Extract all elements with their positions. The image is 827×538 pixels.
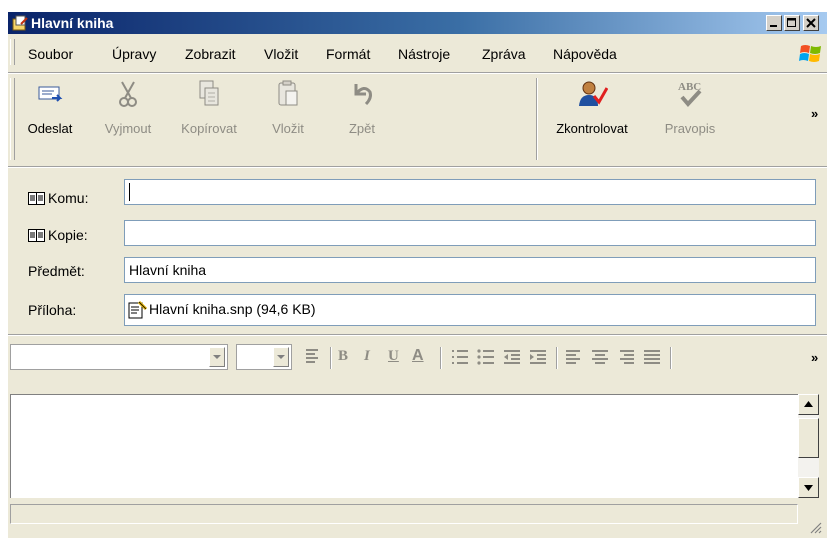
address-book-icon[interactable] xyxy=(28,228,45,242)
status-bar xyxy=(10,504,798,524)
align-left-icon[interactable] xyxy=(564,348,584,368)
underline-button[interactable]: U xyxy=(388,348,399,365)
bullet-list-icon[interactable] xyxy=(476,348,496,368)
copy-label: Kopírovat xyxy=(181,121,237,136)
message-body[interactable] xyxy=(10,394,798,498)
align-center-icon[interactable] xyxy=(590,348,610,368)
window-title: Hlavní kniha xyxy=(31,15,114,31)
arrow-up-icon xyxy=(804,401,813,407)
scroll-up-button[interactable] xyxy=(798,394,819,415)
copy-icon xyxy=(199,80,219,106)
undo-button[interactable]: Zpět xyxy=(330,74,394,142)
menu-nastroje[interactable]: Nástroje xyxy=(398,45,450,63)
font-name-dropdown-button[interactable] xyxy=(209,347,225,367)
check-names-icon xyxy=(579,81,608,106)
check-names-label: Zkontrolovat xyxy=(556,121,628,136)
body-scrollbar[interactable] xyxy=(798,394,819,498)
minimize-icon xyxy=(770,25,777,27)
paste-button[interactable]: Vložit xyxy=(256,74,320,142)
chevron-down-icon xyxy=(277,355,285,359)
cc-field[interactable] xyxy=(124,220,816,246)
compose-window: Hlavní kniha Soubor Úpravy Zobrazit Vlož… xyxy=(8,12,827,538)
subject-field[interactable] xyxy=(124,257,816,283)
toolbar-more-chevron[interactable]: » xyxy=(811,106,818,121)
format-separator xyxy=(670,347,672,369)
text-caret xyxy=(129,183,130,201)
spelling-button[interactable]: ABC Pravopis xyxy=(654,74,726,142)
windows-logo-icon xyxy=(799,45,821,62)
menu-zprava[interactable]: Zpráva xyxy=(482,45,526,63)
undo-label: Zpět xyxy=(348,121,375,136)
menu-vlozit[interactable]: Vložit xyxy=(264,45,298,63)
italic-button[interactable]: I xyxy=(364,348,370,365)
attachment-name[interactable]: Hlavní kniha.snp (94,6 KB) xyxy=(149,301,316,317)
paragraph-style-icon[interactable] xyxy=(302,346,324,368)
font-size-dropdown-button[interactable] xyxy=(273,347,289,367)
scroll-down-button[interactable] xyxy=(798,477,819,498)
address-book-icon[interactable] xyxy=(28,191,45,205)
to-label: Komu: xyxy=(48,190,89,206)
check-names-button[interactable]: Zkontrolovat xyxy=(540,74,644,142)
font-color-button[interactable]: A xyxy=(412,347,424,365)
numbered-list-icon[interactable] xyxy=(450,348,470,368)
cut-button[interactable]: Vyjmout xyxy=(92,74,164,142)
attach-field[interactable]: Hlavní kniha.snp (94,6 KB) xyxy=(124,294,816,326)
maximize-button[interactable] xyxy=(784,15,800,31)
bold-button[interactable]: B xyxy=(338,348,348,365)
send-label: Odeslat xyxy=(27,121,73,136)
align-right-icon[interactable] xyxy=(616,348,636,368)
scissors-icon xyxy=(119,81,137,107)
attach-label: Příloha: xyxy=(28,302,77,318)
menu-format[interactable]: Formát xyxy=(326,45,370,63)
send-icon xyxy=(38,86,63,102)
title-bar[interactable]: Hlavní kniha xyxy=(8,12,827,34)
resize-grip-icon[interactable] xyxy=(808,520,822,534)
format-separator xyxy=(556,347,558,369)
menu-soubor[interactable]: Soubor xyxy=(28,45,73,63)
spelling-label: Pravopis xyxy=(664,121,716,136)
menu-zobrazit[interactable]: Zobrazit xyxy=(185,45,236,63)
justify-icon[interactable] xyxy=(642,348,662,368)
chevron-down-icon xyxy=(213,355,221,359)
compose-mail-icon xyxy=(12,15,28,31)
subject-label: Předmět: xyxy=(28,263,85,279)
cut-label: Vyjmout xyxy=(104,121,152,136)
increase-indent-icon[interactable] xyxy=(528,348,548,368)
maximize-icon xyxy=(787,18,796,27)
font-size-combo[interactable] xyxy=(236,344,292,370)
menubar-grip[interactable] xyxy=(10,39,15,65)
cc-label: Kopie: xyxy=(48,227,88,243)
format-separator xyxy=(440,347,442,369)
toolbar-separator-bottom xyxy=(8,166,827,168)
format-more-chevron[interactable]: » xyxy=(811,350,818,365)
spelling-icon: ABC xyxy=(678,81,702,108)
undo-icon xyxy=(354,84,372,106)
paste-icon xyxy=(278,80,298,106)
menu-napoveda[interactable]: Nápověda xyxy=(553,45,617,63)
to-field[interactable] xyxy=(124,179,816,205)
arrow-down-icon xyxy=(804,485,813,491)
toolbar-separator xyxy=(536,78,538,160)
close-button[interactable] xyxy=(803,15,819,31)
format-separator xyxy=(330,347,332,369)
decrease-indent-icon[interactable] xyxy=(502,348,522,368)
toolbar-grip[interactable] xyxy=(10,78,15,160)
menu-upravy[interactable]: Úpravy xyxy=(112,45,156,63)
close-icon xyxy=(806,18,816,28)
send-button[interactable]: Odeslat xyxy=(18,74,82,142)
header-separator xyxy=(8,334,827,336)
attachment-file-icon xyxy=(128,300,147,319)
minimize-button[interactable] xyxy=(766,15,782,31)
paste-label: Vložit xyxy=(272,121,304,136)
font-name-combo[interactable] xyxy=(10,344,228,370)
copy-button[interactable]: Kopírovat xyxy=(170,74,248,142)
scroll-thumb[interactable] xyxy=(798,418,819,458)
